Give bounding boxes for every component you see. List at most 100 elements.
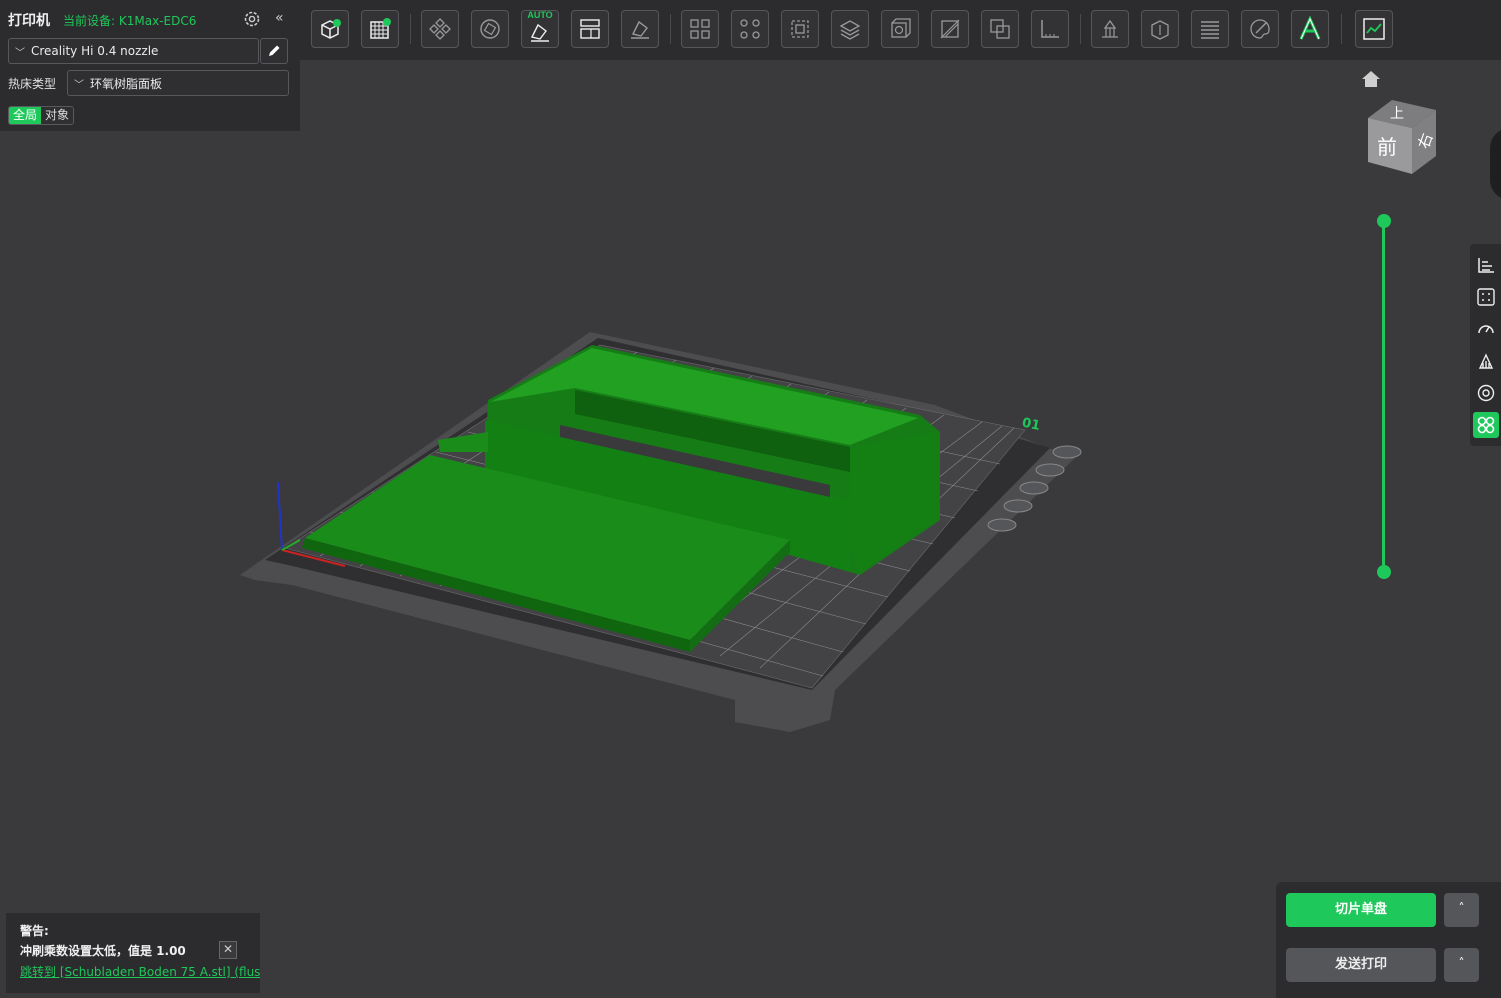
pencil-icon <box>269 45 280 56</box>
cube-add-icon <box>321 19 341 39</box>
printer-title: 打印机 <box>8 13 50 29</box>
home-view-icon[interactable] <box>1360 69 1382 89</box>
send-options-caret[interactable]: ˄ <box>1444 948 1479 982</box>
ruler-icon <box>1041 20 1059 38</box>
view-cube[interactable]: 上 前 右 <box>1362 96 1440 178</box>
printer-panel: 打印机 当前设备: K1Max-EDC6 « ﹀ Creality Hi 0.4… <box>0 0 300 131</box>
scope-toggle: 全局 对象 <box>8 106 75 125</box>
plate-number: 01 <box>1021 415 1042 433</box>
orient-button[interactable] <box>471 10 509 48</box>
view-cube-top: 上 <box>1390 106 1404 122</box>
scope-global-tab[interactable]: 全局 <box>9 107 42 124</box>
warning-jump-link[interactable]: 跳转到 [Schubladen Boden 75 A.stl] (flus <box>20 963 260 980</box>
layout-button[interactable] <box>571 10 609 48</box>
nozzle-preset-value: Creality Hi 0.4 nozzle <box>31 44 159 58</box>
align-button[interactable] <box>1473 252 1499 278</box>
support-icon <box>1102 19 1118 38</box>
measure-button[interactable] <box>1031 10 1069 48</box>
bed-type-label: 热床类型 <box>8 77 57 91</box>
align-icon <box>1478 258 1494 273</box>
add-object-button[interactable] <box>311 10 349 48</box>
warning-title: 警告: <box>20 924 49 938</box>
layer-slider-bottom-knob[interactable] <box>1377 565 1391 579</box>
split-objects-button[interactable] <box>681 10 719 48</box>
build-plate-rim <box>265 338 1050 690</box>
grid-select-button[interactable] <box>1473 284 1499 310</box>
lay-flat-icon <box>631 20 649 39</box>
nozzle-preset-select[interactable]: ﹀ Creality Hi 0.4 nozzle <box>8 38 259 64</box>
text-tool-button[interactable] <box>1291 10 1329 48</box>
layer-slider-top-knob[interactable] <box>1377 214 1391 228</box>
split-parts-button[interactable] <box>731 10 769 48</box>
edit-preset-button[interactable] <box>260 38 288 64</box>
bounding-box-button[interactable] <box>781 10 819 48</box>
layers-icon <box>1201 21 1219 39</box>
sidebar-expand-handle[interactable] <box>1490 128 1501 200</box>
split-objects-icon <box>690 19 710 39</box>
lay-on-face-button[interactable] <box>621 10 659 48</box>
build-plate-base <box>240 332 1075 732</box>
split-parts-icon <box>740 19 760 39</box>
seam-paint-button[interactable] <box>1141 10 1179 48</box>
rotate-icon <box>480 19 500 39</box>
support-tree-icon <box>1478 353 1494 369</box>
cut-button[interactable] <box>931 10 969 48</box>
scope-object-tab[interactable]: 对象 <box>41 107 74 124</box>
auto-badge: AUTO <box>527 10 553 20</box>
preview-chart-icon <box>1363 18 1385 40</box>
move-arrows-icon <box>429 18 451 40</box>
layer-range-slider[interactable] <box>1382 222 1385 572</box>
current-device-label[interactable]: 当前设备: K1Max-EDC6 <box>63 12 196 29</box>
slice-action-panel: 切片单盘 ˄ 发送打印 ˄ <box>1276 882 1501 998</box>
bed-type-select[interactable]: ﹀ 环氧树脂面板 <box>67 70 289 96</box>
grid-dots-icon <box>1477 288 1495 306</box>
all-settings-button[interactable] <box>1473 412 1499 438</box>
close-icon[interactable]: ✕ <box>219 941 237 959</box>
grid-plate-icon <box>370 18 391 39</box>
preview-button[interactable] <box>1355 10 1393 48</box>
paint-palette-icon <box>1250 19 1270 39</box>
plate-icons <box>987 445 1082 532</box>
gear-icon[interactable] <box>242 9 262 29</box>
target-icon <box>1477 384 1495 402</box>
hollow-button[interactable] <box>881 10 919 48</box>
boolean-icon <box>990 19 1010 39</box>
chevron-down-icon: ﹀ <box>74 79 84 91</box>
text-a-icon <box>1299 16 1321 40</box>
other-settings-button[interactable] <box>1473 380 1499 406</box>
view-cube-front: 前 <box>1377 135 1397 159</box>
auto-orient-icon <box>530 23 549 42</box>
boolean-button[interactable] <box>981 10 1019 48</box>
four-loops-icon <box>1477 416 1495 434</box>
support-setting-button[interactable] <box>1473 348 1499 374</box>
auto-orient-button[interactable]: AUTO <box>521 10 559 48</box>
collapse-panel-icon[interactable]: « <box>275 10 284 26</box>
chevron-down-icon: ﹀ <box>15 47 25 59</box>
warning-notification: 警告: 冲刷乘数设置太低，值是 1.00 ✕ 跳转到 [Schubladen B… <box>6 913 260 993</box>
build-plate-grid <box>284 344 1026 689</box>
warning-message: 冲刷乘数设置太低，值是 1.00 <box>20 944 186 958</box>
arrange-button[interactable] <box>421 10 459 48</box>
speedometer-icon <box>1478 325 1494 334</box>
support-button[interactable] <box>1091 10 1129 48</box>
add-plate-button[interactable] <box>361 10 399 48</box>
layered-box-icon <box>839 20 861 40</box>
model-tray <box>438 345 940 575</box>
slice-options-caret[interactable]: ˄ <box>1444 893 1479 927</box>
send-print-button[interactable]: 发送打印 <box>1286 948 1436 982</box>
object-side-toolbar <box>1470 244 1501 446</box>
main-toolbar: AUTO <box>300 0 1501 60</box>
world-axes <box>277 481 346 567</box>
layers-button[interactable] <box>1191 10 1229 48</box>
support-paint-button[interactable] <box>831 10 869 48</box>
cut-icon <box>940 19 960 39</box>
3d-viewport-scene[interactable]: 01 <box>0 0 1501 998</box>
layout-icon <box>580 19 600 39</box>
hollow-icon <box>891 18 911 38</box>
seam-icon <box>1151 20 1169 40</box>
color-paint-button[interactable] <box>1241 10 1279 48</box>
model-panel <box>302 455 790 652</box>
speed-button[interactable] <box>1473 316 1499 342</box>
slice-plate-button[interactable]: 切片单盘 <box>1286 893 1436 927</box>
bed-type-value: 环氧树脂面板 <box>90 76 163 91</box>
